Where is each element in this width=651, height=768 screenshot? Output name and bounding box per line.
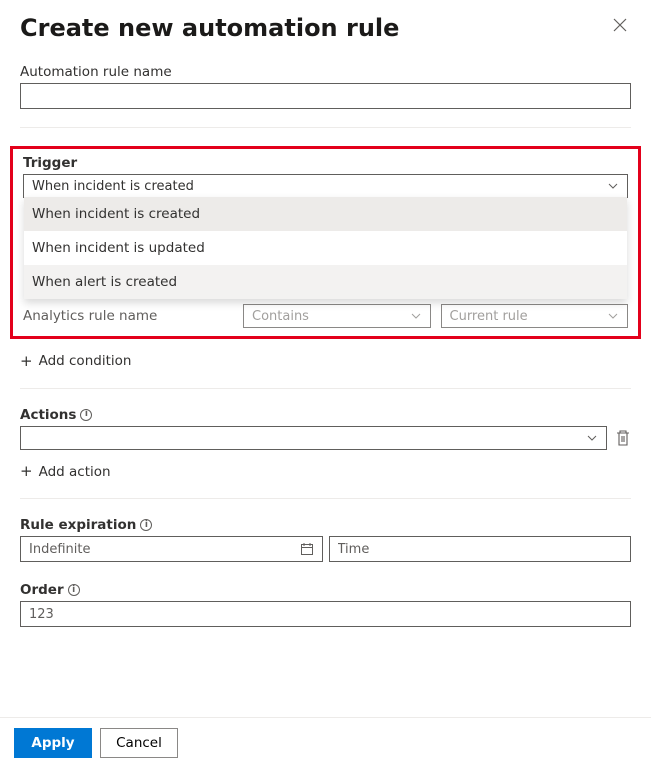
apply-button[interactable]: Apply [14,728,92,758]
order-input[interactable] [20,601,631,627]
trigger-selected: When incident is created [32,179,607,194]
automation-rule-panel: Create new automation rule Automation ru… [0,0,651,627]
expiration-section: Rule expiration i Indefinite [20,517,631,562]
add-condition-label: Add condition [39,353,132,369]
order-label: Order i [20,582,631,598]
add-action-label: Add action [39,464,111,480]
plus-icon: + [20,354,33,369]
chevron-down-icon [586,432,598,444]
rule-name-label: Automation rule name [20,64,631,80]
trigger-option[interactable]: When incident is updated [24,231,627,265]
divider [20,127,631,128]
expiration-label: Rule expiration i [20,517,631,533]
add-condition-button[interactable]: + Add condition [20,353,131,369]
plus-icon: + [20,464,33,479]
divider [20,498,631,499]
actions-section: Actions i + Add action [20,407,631,481]
condition-row: Analytics rule name Contains Current rul… [23,304,628,328]
close-icon[interactable] [609,18,631,36]
divider [20,388,631,389]
trigger-highlight: Trigger When incident is created When in… [10,146,641,339]
rule-name-input[interactable] [20,83,631,109]
info-icon[interactable]: i [80,409,92,421]
delete-icon[interactable] [615,429,631,447]
actions-label: Actions i [20,407,631,423]
info-icon[interactable]: i [140,519,152,531]
condition-value-dropdown[interactable]: Current rule [441,304,629,328]
trigger-option[interactable]: When incident is created [24,197,627,231]
trigger-dropdown[interactable]: When incident is created When incident i… [23,174,628,198]
condition-operator-dropdown[interactable]: Contains [243,304,431,328]
page-title: Create new automation rule [20,14,399,42]
action-dropdown[interactable] [20,426,607,450]
condition-operator-value: Contains [252,309,410,324]
trigger-dropdown-list: When incident is created When incident i… [24,197,627,299]
info-icon[interactable]: i [68,584,80,596]
expiration-date-input[interactable]: Indefinite [20,536,323,562]
panel-header: Create new automation rule [20,14,631,42]
calendar-icon [300,542,314,556]
condition-field-label: Analytics rule name [23,308,233,324]
chevron-down-icon [607,310,619,322]
order-section: Order i [20,582,631,627]
expiration-date-value: Indefinite [29,542,300,557]
trigger-option[interactable]: When alert is created [24,265,627,299]
chevron-down-icon [410,310,422,322]
add-action-button[interactable]: + Add action [20,464,111,480]
cancel-button[interactable]: Cancel [100,728,178,758]
chevron-down-icon [607,180,619,192]
expiration-time-input[interactable] [329,536,632,562]
condition-value: Current rule [450,309,608,324]
footer: Apply Cancel [0,717,651,768]
trigger-label: Trigger [23,155,628,171]
